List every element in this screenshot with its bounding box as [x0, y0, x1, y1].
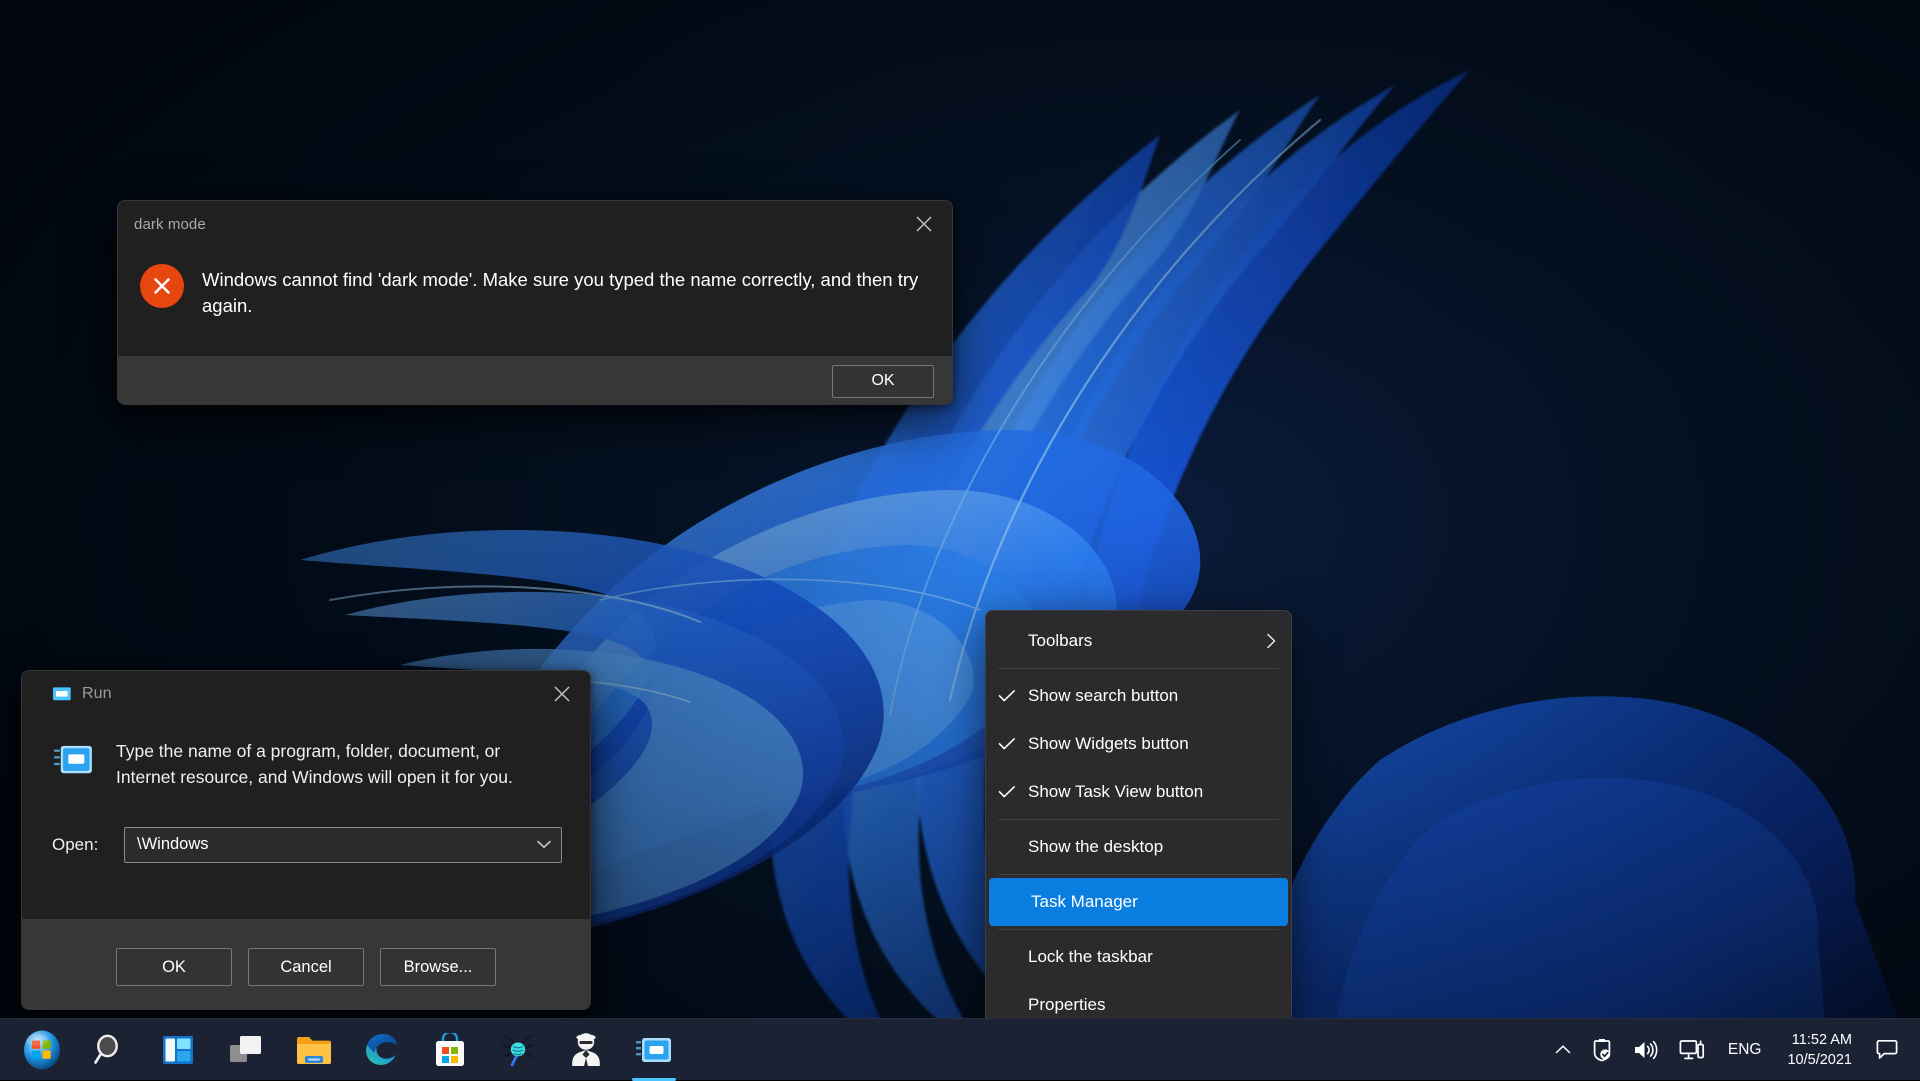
security-shield-check-icon — [1591, 1038, 1613, 1062]
spider-bug-icon — [501, 1033, 535, 1067]
x-glyph-icon — [150, 274, 174, 298]
tray-security-button[interactable] — [1582, 1019, 1622, 1081]
menu-item-lock-the-taskbar[interactable]: Lock the taskbar — [986, 933, 1291, 981]
close-icon — [915, 215, 933, 233]
error-dialog-footer: OK — [118, 356, 952, 405]
run-dialog[interactable]: Run Type the name of a program, folder, … — [21, 670, 591, 1010]
error-dialog-close-button[interactable] — [896, 201, 952, 247]
run-dialog-titlebar[interactable]: Run — [22, 671, 590, 717]
menu-separator — [998, 668, 1279, 669]
error-ok-button[interactable]: OK — [832, 365, 934, 398]
taskbar-microsoft-store[interactable] — [416, 1019, 484, 1081]
microsoft-edge-icon — [365, 1033, 399, 1067]
taskbar-context-menu[interactable]: Toolbars Show search button Show Widgets… — [985, 610, 1292, 1030]
error-x-icon — [140, 264, 184, 308]
menu-item-show-the-desktop[interactable]: Show the desktop — [986, 823, 1291, 871]
tray-volume-button[interactable] — [1624, 1019, 1668, 1081]
taskbar-run-dialog[interactable] — [620, 1019, 688, 1081]
clock-date: 10/5/2021 — [1787, 1050, 1852, 1070]
menu-item-show-widgets-button[interactable]: Show Widgets button — [986, 720, 1291, 768]
tray-chat-button[interactable] — [1866, 1019, 1908, 1081]
error-dialog-body: Windows cannot find 'dark mode'. Make su… — [118, 247, 952, 356]
error-dialog-titlebar[interactable]: dark mode — [118, 201, 952, 247]
menu-item-toolbars[interactable]: Toolbars — [986, 617, 1291, 665]
run-window-icon — [636, 1035, 672, 1065]
menu-item-label: Show Task View button — [1024, 782, 1277, 802]
microsoft-store-icon — [435, 1033, 465, 1067]
run-window-icon — [52, 743, 94, 777]
menu-item-label: Toolbars — [1024, 631, 1266, 651]
chevron-right-icon — [1266, 633, 1277, 649]
menu-item-task-manager[interactable]: Task Manager — [989, 878, 1288, 926]
taskbar-icon-group — [0, 1019, 688, 1081]
taskbar-microsoft-edge[interactable] — [348, 1019, 416, 1081]
error-dialog[interactable]: dark mode Windows cannot find 'dark mode… — [117, 200, 953, 405]
incognito-spy-icon — [570, 1033, 602, 1067]
menu-item-label: Show the desktop — [1024, 837, 1277, 857]
close-icon — [553, 685, 571, 703]
tray-network-button[interactable] — [1670, 1019, 1714, 1081]
task-view-icon — [229, 1034, 263, 1066]
taskbar-file-explorer[interactable] — [280, 1019, 348, 1081]
run-open-dropdown-button[interactable] — [533, 840, 555, 849]
run-open-input[interactable]: \Windows — [137, 835, 533, 854]
start-windows-orb-icon — [23, 1030, 61, 1070]
menu-item-show-search-button[interactable]: Show search button — [986, 672, 1291, 720]
menu-separator — [998, 819, 1279, 820]
menu-separator — [998, 929, 1279, 930]
tray-overflow-button[interactable] — [1546, 1019, 1580, 1081]
taskbar-incognito-app[interactable] — [552, 1019, 620, 1081]
chat-bubble-icon — [1875, 1039, 1899, 1061]
run-window-icon — [52, 686, 72, 702]
error-dialog-message: Windows cannot find 'dark mode'. Make su… — [202, 261, 922, 338]
taskbar-widgets-button[interactable] — [144, 1019, 212, 1081]
menu-separator — [998, 874, 1279, 875]
run-dialog-description: Type the name of a program, folder, docu… — [116, 739, 536, 791]
run-dialog-body: Type the name of a program, folder, docu… — [22, 717, 590, 919]
taskbar-bug-app[interactable] — [484, 1019, 552, 1081]
widgets-panel-icon — [162, 1034, 194, 1066]
chevron-down-icon — [537, 840, 551, 849]
run-dialog-footer: OK Cancel Browse... — [22, 919, 590, 1010]
menu-item-label: Lock the taskbar — [1024, 947, 1277, 967]
taskbar[interactable]: ENG 11:52 AM 10/5/2021 — [0, 1018, 1920, 1080]
search-magnifier-icon — [93, 1033, 127, 1067]
file-explorer-folder-icon — [296, 1034, 332, 1066]
menu-item-label: Show search button — [1024, 686, 1277, 706]
checkmark-icon — [998, 689, 1024, 703]
run-dialog-close-button[interactable] — [534, 671, 590, 717]
tray-language-button[interactable]: ENG — [1716, 1019, 1774, 1081]
menu-item-label: Task Manager — [1027, 892, 1274, 912]
taskbar-clock[interactable]: 11:52 AM 10/5/2021 — [1775, 1030, 1864, 1070]
taskbar-search-button[interactable] — [76, 1019, 144, 1081]
taskbar-task-view-button[interactable] — [212, 1019, 280, 1081]
menu-item-label: Properties — [1024, 995, 1277, 1015]
run-cancel-button[interactable]: Cancel — [248, 948, 364, 986]
checkmark-icon — [998, 785, 1024, 799]
clock-time: 11:52 AM — [1787, 1030, 1852, 1050]
menu-item-label: Show Widgets button — [1024, 734, 1277, 754]
system-tray: ENG 11:52 AM 10/5/2021 — [1546, 1019, 1920, 1081]
checkmark-icon — [998, 737, 1024, 751]
run-open-combobox[interactable]: \Windows — [124, 827, 562, 863]
run-dialog-title: Run — [82, 685, 112, 703]
run-open-label: Open: — [52, 835, 110, 855]
chevron-up-icon — [1555, 1044, 1571, 1056]
volume-speaker-icon — [1633, 1039, 1659, 1061]
taskbar-start-button[interactable] — [8, 1019, 76, 1081]
error-dialog-title: dark mode — [134, 216, 206, 233]
run-ok-button[interactable]: OK — [116, 948, 232, 986]
network-monitor-icon — [1679, 1038, 1705, 1062]
menu-item-show-task-view-button[interactable]: Show Task View button — [986, 768, 1291, 816]
run-browse-button[interactable]: Browse... — [380, 948, 496, 986]
